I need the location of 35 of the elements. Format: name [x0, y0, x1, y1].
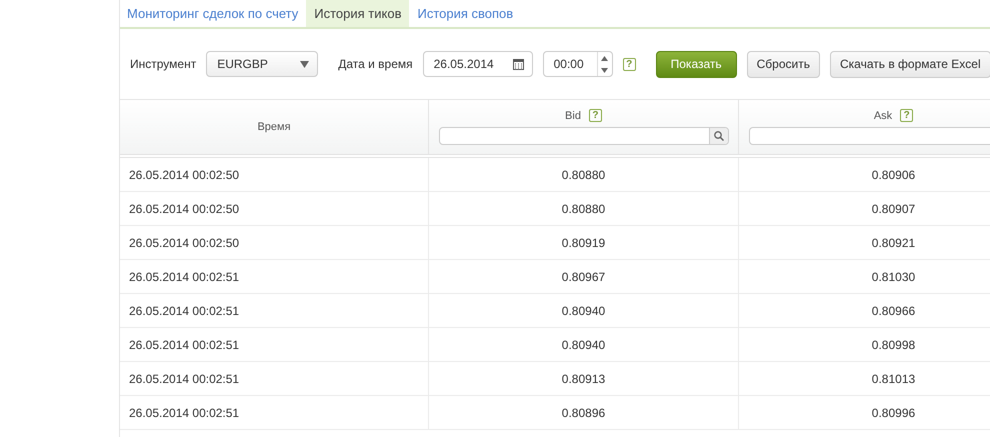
tab[interactable]: История тиков: [306, 0, 410, 27]
datetime-label: Дата и время: [338, 57, 413, 71]
table-cell: 26.05.2014 00:02:50: [120, 158, 429, 191]
instrument-dropdown[interactable]: EURGBP: [206, 51, 318, 77]
table-cell: 0.80880: [429, 192, 739, 225]
table-cell: 0.80896: [429, 396, 739, 429]
table-cell: 0.80966: [739, 294, 990, 327]
table-cell: 26.05.2014 00:02:51: [120, 294, 429, 327]
column-title: Время: [257, 121, 291, 133]
table-cell: 26.05.2014 00:02:50: [120, 192, 429, 225]
table-cell: 0.80906: [739, 158, 990, 191]
table-cell: 0.81013: [739, 362, 990, 395]
instrument-label: Инструмент: [130, 57, 196, 71]
table-cell: 26.05.2014 00:02:51: [120, 260, 429, 293]
column-title: Bid: [565, 110, 581, 122]
table-cell: 0.80907: [739, 192, 990, 225]
table-cell: 0.80913: [429, 362, 739, 395]
table-cell: 26.05.2014 00:02:51: [120, 328, 429, 361]
column-title: Ask: [874, 110, 892, 122]
table-cell: 26.05.2014 00:02:51: [120, 362, 429, 395]
time-field[interactable]: 00:00: [542, 51, 613, 77]
table-cell: 0.80940: [429, 328, 739, 361]
table-cell: 0.80880: [429, 158, 739, 191]
table-cell: 0.80919: [429, 226, 739, 259]
table-cell: 0.81030: [739, 260, 990, 293]
table-cell: 26.05.2014 00:02:51: [120, 396, 429, 429]
table-cell: 0.80996: [739, 396, 990, 429]
table-cell: 0.80998: [739, 328, 990, 361]
action-button[interactable]: Сбросить: [746, 50, 820, 78]
table-cell: 0.80921: [739, 226, 990, 259]
table-cell: 0.80940: [429, 294, 739, 327]
table-cell: 26.05.2014 00:02:50: [120, 226, 429, 259]
date-field[interactable]: 26.05.2014: [422, 51, 533, 77]
action-button[interactable]: Скачать в формате Excel: [830, 50, 990, 78]
table-cell: 0.80967: [429, 260, 739, 293]
